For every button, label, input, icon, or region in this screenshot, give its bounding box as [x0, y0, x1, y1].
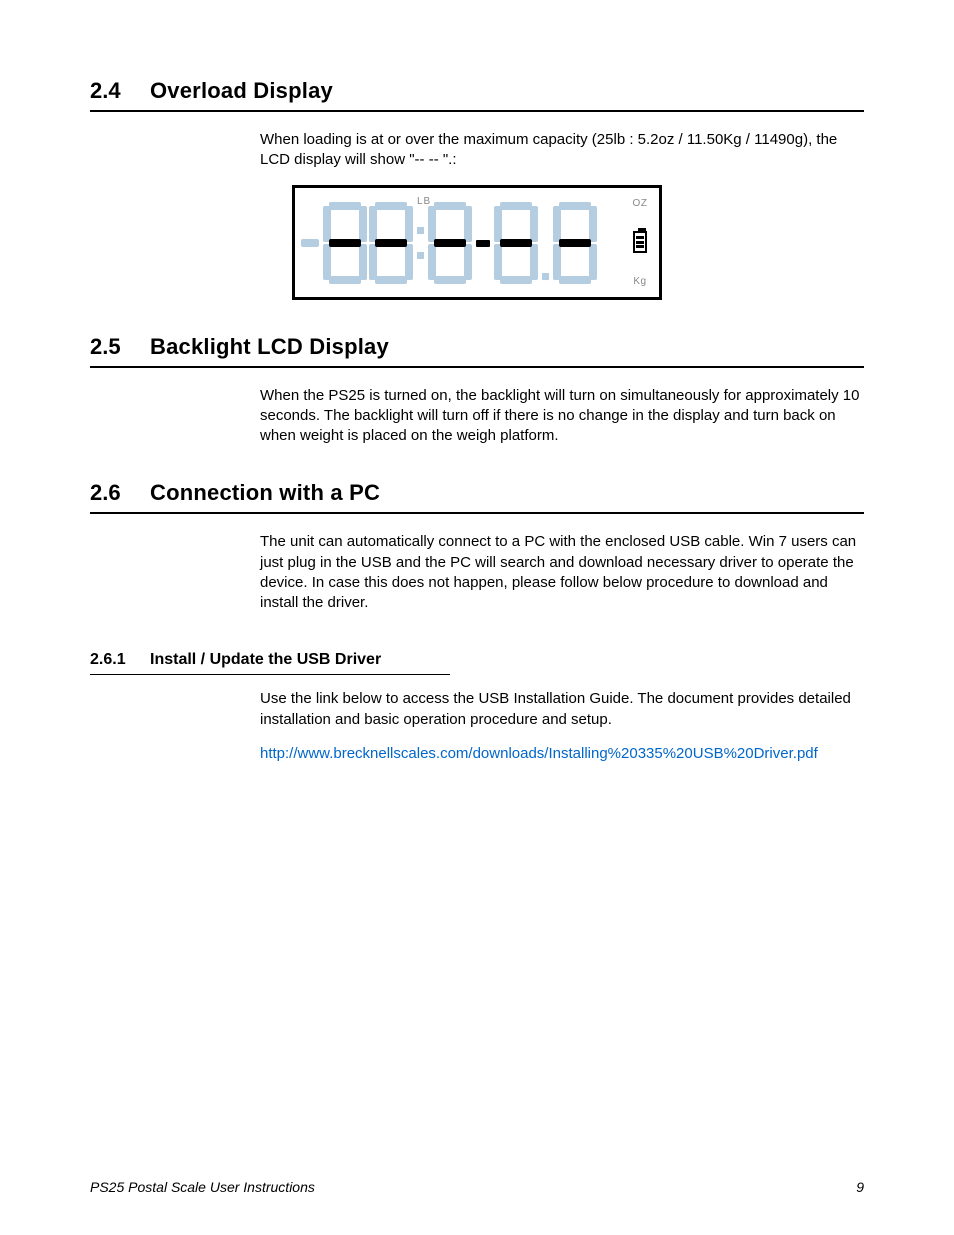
lcd-display: LB: [292, 185, 662, 300]
body-text-2-4: When loading is at or over the maximum c…: [260, 130, 864, 171]
lcd-digit: [323, 202, 367, 284]
heading-2-6: 2.6 Connection with a PC: [90, 480, 864, 514]
body-text-2-6-1: Use the link below to access the USB Ins…: [260, 689, 864, 730]
section-2-4: 2.4 Overload Display When loading is at …: [90, 78, 864, 300]
lcd-digit: [494, 202, 538, 284]
lcd-side-labels: OZ Kg: [629, 198, 651, 287]
heading-title: Backlight LCD Display: [150, 334, 389, 360]
lcd-colon-icon: [417, 227, 424, 259]
page-footer: PS25 Postal Scale User Instructions 9: [90, 1179, 864, 1195]
heading-2-6-1: 2.6.1 Install / Update the USB Driver: [90, 651, 450, 675]
lcd-dash-icon: [476, 240, 490, 247]
section-2-5: 2.5 Backlight LCD Display When the PS25 …: [90, 334, 864, 447]
footer-title: PS25 Postal Scale User Instructions: [90, 1179, 315, 1195]
body-text-2-5: When the PS25 is turned on, the backligh…: [260, 386, 864, 447]
body-text-2-6: The unit can automatically connect to a …: [260, 532, 864, 613]
heading-number: 2.6: [90, 480, 150, 506]
usb-driver-link[interactable]: http://www.brecknellscales.com/downloads…: [260, 744, 864, 764]
lcd-label-kg: Kg: [633, 276, 646, 287]
lcd-minus-icon: [301, 239, 319, 247]
lcd-digit: [369, 202, 413, 284]
lcd-digit: [428, 202, 472, 284]
lcd-decimal-icon: [542, 273, 549, 280]
heading-number: 2.5: [90, 334, 150, 360]
lcd-figure-wrap: LB: [90, 185, 864, 300]
lcd-digit: [553, 202, 597, 284]
heading-title: Connection with a PC: [150, 480, 380, 506]
heading-number: 2.6.1: [90, 651, 150, 669]
heading-2-4: 2.4 Overload Display: [90, 78, 864, 112]
lcd-label-oz: OZ: [633, 198, 648, 209]
section-2-6: 2.6 Connection with a PC The unit can au…: [90, 480, 864, 764]
page-number: 9: [856, 1179, 864, 1195]
heading-number: 2.4: [90, 78, 150, 104]
heading-title: Install / Update the USB Driver: [150, 651, 381, 669]
battery-icon: [633, 231, 647, 253]
lcd-segment-area: [301, 202, 651, 284]
heading-title: Overload Display: [150, 78, 333, 104]
heading-2-5: 2.5 Backlight LCD Display: [90, 334, 864, 368]
